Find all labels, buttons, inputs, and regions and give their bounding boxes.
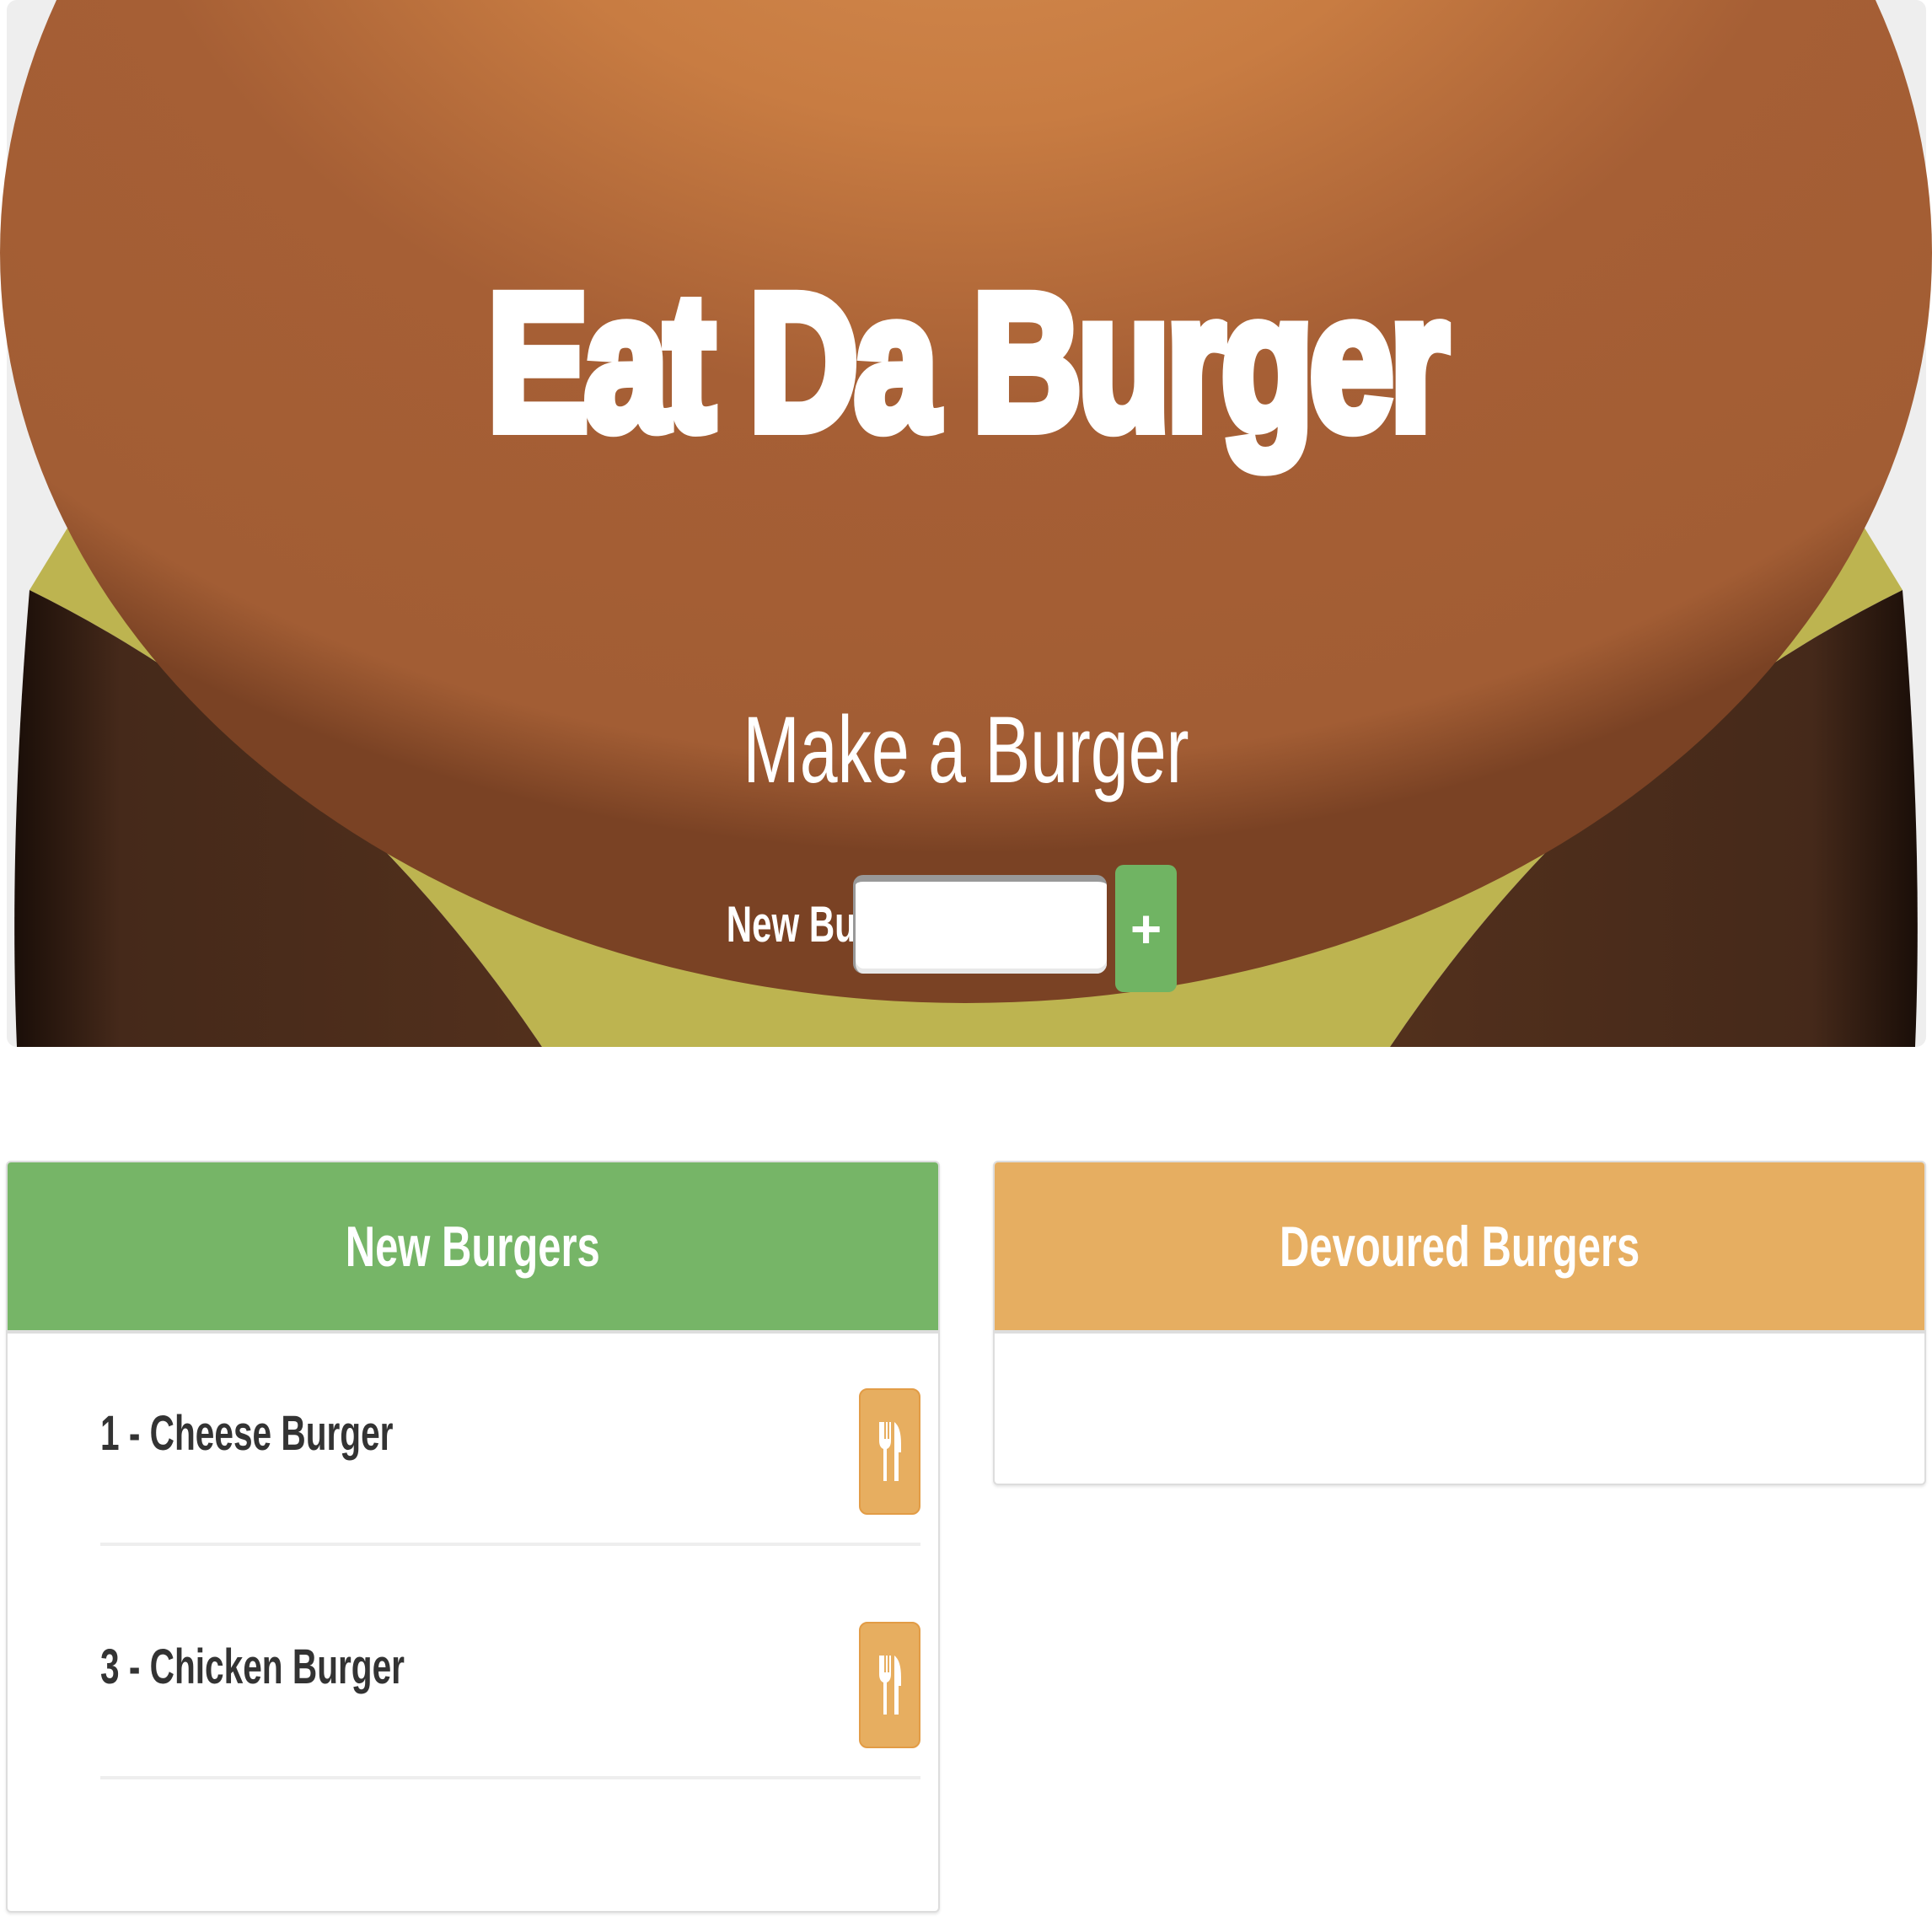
utensils-icon	[878, 1422, 901, 1481]
list-item: 3 - Chicken Burger	[100, 1622, 920, 1779]
new-burgers-heading: New Burgers	[345, 1214, 601, 1279]
new-burger-input[interactable]	[853, 875, 1107, 974]
devour-button[interactable]	[859, 1388, 920, 1515]
devoured-burgers-header: Devoured Burgers	[995, 1162, 1924, 1334]
utensils-icon	[878, 1656, 901, 1715]
new-burgers-header: New Burgers	[8, 1162, 938, 1334]
devoured-burgers-heading: Devoured Burgers	[1279, 1214, 1640, 1279]
burger-name: 3 - Chicken Burger	[100, 1640, 405, 1694]
devoured-burgers-panel: Devoured Burgers	[993, 1161, 1926, 1485]
plus-icon: +	[1130, 898, 1162, 959]
hero-banner: Eat Da Burger Make a Burger New Burger: …	[0, 0, 1932, 1047]
add-burger-button[interactable]: +	[1115, 865, 1177, 992]
new-burger-label: New Burger:	[726, 896, 937, 953]
form-heading: Make a Burger	[743, 697, 1189, 802]
devour-button[interactable]	[859, 1622, 920, 1748]
new-burgers-panel: New Burgers 1 - Cheese Burger 3 - Chicke…	[6, 1161, 940, 1913]
burger-name: 1 - Cheese Burger	[100, 1406, 394, 1461]
page-title: Eat Da Burger	[483, 248, 1453, 476]
list-item: 1 - Cheese Burger	[100, 1388, 920, 1546]
